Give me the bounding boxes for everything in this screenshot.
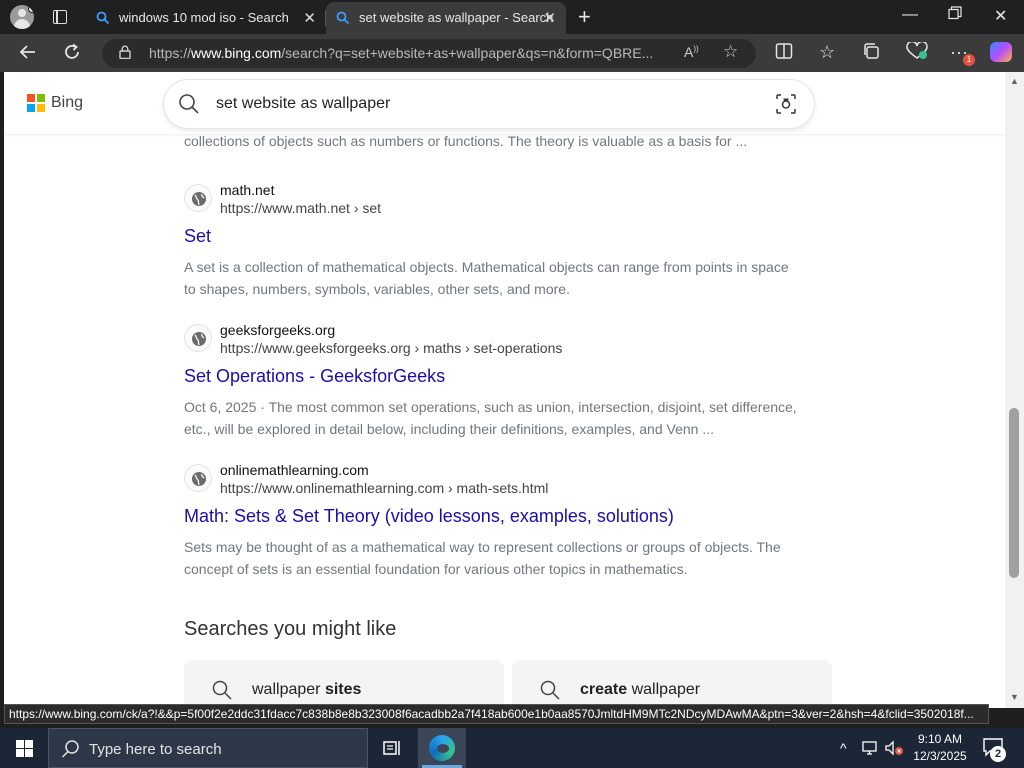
related-search-create-wallpaper[interactable]: create wallpaper: [512, 660, 832, 708]
search-favicon-icon: [336, 11, 350, 25]
search-favicon-icon: [96, 11, 110, 25]
split-screen-icon[interactable]: [775, 42, 793, 64]
visual-search-icon[interactable]: [776, 94, 796, 114]
notification-count-badge: 2: [990, 746, 1006, 762]
vertical-tabs-icon[interactable]: [53, 10, 67, 24]
scroll-up-arrow-icon[interactable]: ▲: [1010, 76, 1019, 86]
windows-start-icon[interactable]: [16, 740, 33, 757]
back-arrow-icon[interactable]: [18, 42, 38, 66]
taskbar-search-box[interactable]: Type here to search: [48, 728, 368, 768]
restore-window-icon[interactable]: [948, 6, 962, 25]
task-view-icon[interactable]: [382, 738, 402, 763]
address-bar[interactable]: https://www.bing.com/search?q=set+websit…: [102, 39, 756, 68]
copilot-icon[interactable]: [990, 42, 1012, 62]
clock-date: 12/3/2025: [913, 749, 967, 763]
system-clock[interactable]: 9:10 AM 12/3/2025: [905, 731, 975, 765]
link-status-url: https://www.bing.com/ck/a?!&&p=5f00f2e2d…: [4, 704, 989, 724]
result-url[interactable]: https://www.math.net › set: [220, 200, 381, 216]
edge-icon: [429, 735, 455, 761]
profile-avatar-icon[interactable]: [10, 5, 34, 29]
lock-icon[interactable]: [119, 45, 131, 59]
taskbar-search-placeholder: Type here to search: [89, 741, 222, 758]
address-url[interactable]: https://www.bing.com/search?q=set+websit…: [149, 45, 679, 61]
result-url[interactable]: https://www.geeksforgeeks.org › maths › …: [220, 340, 562, 356]
web-page: Bing set website as wallpaper collection…: [4, 72, 1005, 708]
clock-time: 9:10 AM: [917, 732, 963, 746]
tab-title: set website as wallpaper - Search: [359, 10, 554, 25]
browser-essentials-icon[interactable]: [906, 40, 928, 64]
result-snippet: Sets may be thought of as a mathematical…: [184, 539, 781, 577]
bing-brand[interactable]: Bing: [51, 94, 83, 112]
bing-header: Bing set website as wallpaper: [4, 72, 1005, 134]
result-site-name[interactable]: math.net: [220, 182, 274, 198]
globe-icon[interactable]: [184, 324, 212, 352]
windows-taskbar: Type here to search ^ 9:10 AM 12/3/2025 …: [0, 728, 1024, 768]
refresh-icon[interactable]: [62, 42, 82, 66]
tab-set-website-as-wallpaper[interactable]: set website as wallpaper - Search ✕: [326, 2, 566, 34]
search-icon: [61, 740, 79, 758]
result-snippet: Oct 6, 2025 · The most common set operat…: [184, 399, 797, 437]
result-site-name[interactable]: onlinemathlearning.com: [220, 462, 369, 478]
collections-icon[interactable]: [862, 42, 880, 64]
notification-badge: 1: [963, 54, 975, 66]
show-hidden-icons-chevron-icon[interactable]: ^: [840, 740, 847, 756]
favorites-icon[interactable]: ☆: [819, 42, 835, 62]
bing-logo[interactable]: [27, 94, 45, 112]
result-title-link[interactable]: Math: Sets & Set Theory (video lessons, …: [184, 506, 674, 527]
minimize-icon[interactable]: —: [902, 6, 918, 24]
search-icon: [212, 680, 232, 700]
search-icon[interactable]: [178, 93, 200, 115]
result-title-link[interactable]: Set: [184, 226, 211, 247]
search-box[interactable]: set website as wallpaper: [164, 80, 814, 128]
volume-muted-icon[interactable]: [884, 740, 904, 759]
related-search-wallpaper-sites[interactable]: wallpaper sites: [184, 660, 504, 708]
favorite-star-icon[interactable]: ☆: [723, 42, 738, 62]
result-snippet: A set is a collection of mathematical ob…: [184, 259, 789, 297]
close-tab-icon[interactable]: ✕: [303, 9, 316, 27]
close-window-icon[interactable]: ✕: [994, 6, 1007, 26]
scroll-down-arrow-icon[interactable]: ▼: [1010, 692, 1019, 702]
new-tab-plus-icon[interactable]: +: [578, 4, 591, 30]
search-icon: [540, 680, 560, 700]
network-icon[interactable]: [862, 740, 880, 759]
globe-icon[interactable]: [184, 184, 212, 212]
globe-icon[interactable]: [184, 464, 212, 492]
tab-windows-10-mod-iso[interactable]: windows 10 mod iso - Search ✕: [86, 2, 326, 34]
related-search-label: wallpaper sites: [252, 681, 362, 698]
page-scrollbar[interactable]: ▲ ▼: [1005, 72, 1024, 708]
related-searches-heading: Searches you might like: [184, 618, 397, 640]
related-search-label: create wallpaper: [580, 681, 701, 698]
close-tab-icon[interactable]: ✕: [543, 9, 556, 27]
result-site-name[interactable]: geeksforgeeks.org: [220, 322, 335, 338]
result-url[interactable]: https://www.onlinemathlearning.com › mat…: [220, 480, 548, 496]
browser-toolbar: https://www.bing.com/search?q=set+websit…: [0, 34, 1024, 72]
tab-strip: windows 10 mod iso - Search ✕ set websit…: [0, 0, 1024, 34]
taskbar-edge-button[interactable]: [418, 728, 466, 768]
scrollbar-thumb[interactable]: [1009, 408, 1019, 578]
search-query-input[interactable]: set website as wallpaper: [216, 95, 390, 113]
read-aloud-icon[interactable]: A)): [684, 44, 699, 60]
tab-title: windows 10 mod iso - Search: [119, 10, 289, 25]
result-title-link[interactable]: Set Operations - GeeksforGeeks: [184, 366, 445, 387]
